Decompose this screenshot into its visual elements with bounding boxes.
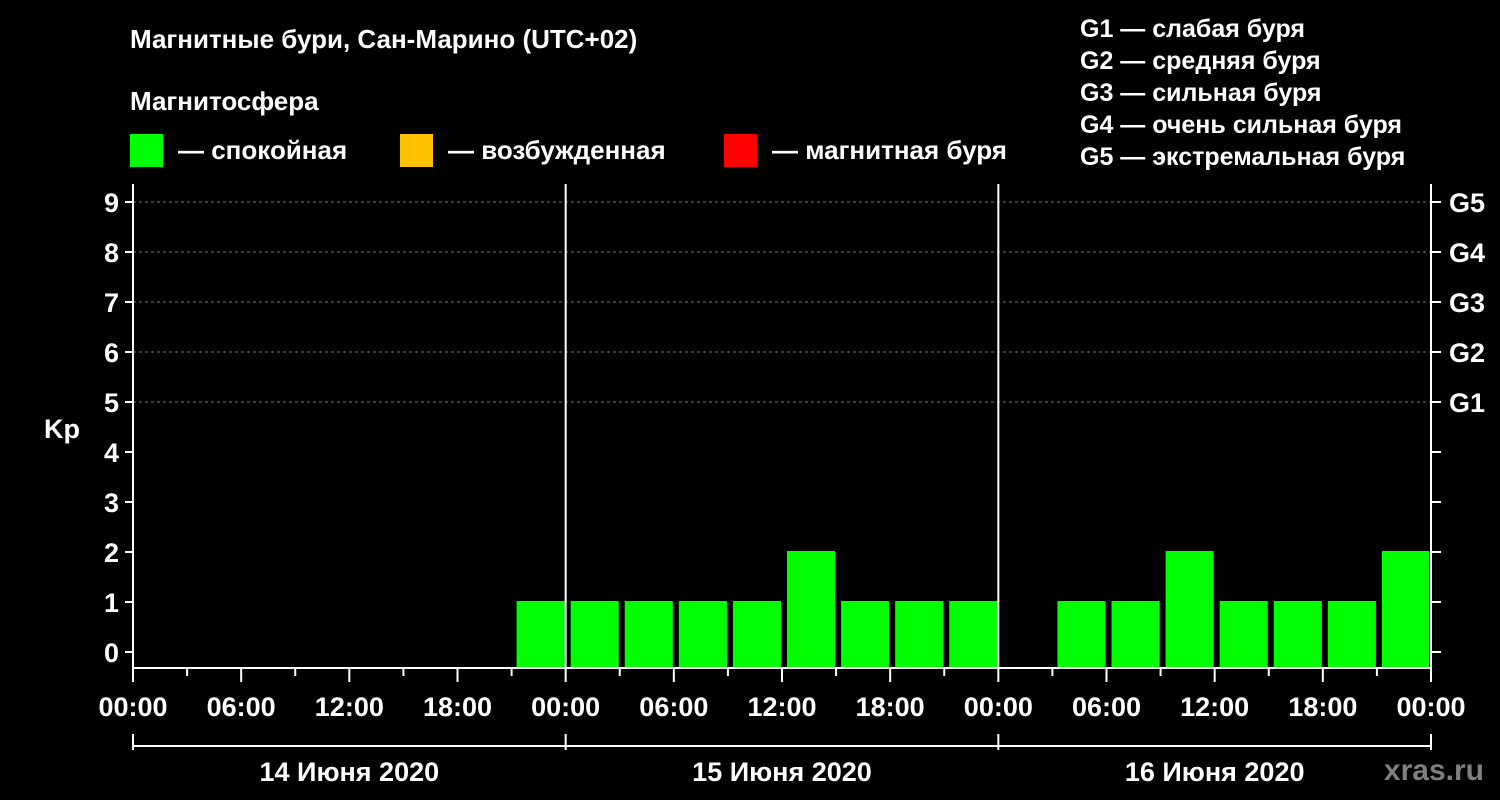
y-tick-label: 5 — [104, 388, 119, 418]
kp-bar — [1219, 601, 1268, 668]
x-tick-label: 06:00 — [1072, 692, 1141, 722]
kp-bar — [678, 601, 727, 668]
day-label: 15 Июня 2020 — [692, 757, 872, 787]
kp-bar — [895, 601, 944, 668]
y-tick-label: 3 — [104, 488, 119, 518]
g-level-label: G1 — [1449, 388, 1485, 418]
kp-bar — [841, 601, 890, 668]
kp-bar — [732, 601, 781, 668]
kp-bar — [624, 601, 673, 668]
x-tick-label: 00:00 — [1396, 692, 1465, 722]
x-tick-label: 18:00 — [1288, 692, 1357, 722]
y-tick-label: 8 — [104, 238, 119, 268]
kp-bar — [787, 551, 836, 668]
y-axis-label: Kp — [44, 414, 80, 444]
x-tick-label: 12:00 — [747, 692, 816, 722]
x-tick-label: 18:00 — [856, 692, 925, 722]
kp-bar — [1165, 551, 1214, 668]
kp-bar — [1327, 601, 1376, 668]
x-tick-label: 06:00 — [639, 692, 708, 722]
g-level-label: G5 — [1449, 188, 1485, 218]
x-tick-label: 12:00 — [315, 692, 384, 722]
x-tick-label: 06:00 — [207, 692, 276, 722]
kp-bar — [949, 601, 998, 668]
kp-bar — [516, 601, 565, 668]
kp-bar — [1057, 601, 1106, 668]
x-tick-label: 00:00 — [98, 692, 167, 722]
y-tick-label: 4 — [104, 438, 119, 468]
y-tick-label: 9 — [104, 188, 119, 218]
x-tick-label: 12:00 — [1180, 692, 1249, 722]
x-tick-label: 00:00 — [531, 692, 600, 722]
y-tick-label: 1 — [104, 588, 119, 618]
y-tick-label: 0 — [104, 638, 119, 668]
g-level-label: G2 — [1449, 338, 1485, 368]
y-tick-label: 2 — [104, 538, 119, 568]
kp-bar — [570, 601, 619, 668]
y-tick-label: 7 — [104, 288, 119, 318]
kp-bar — [1273, 601, 1322, 668]
y-tick-label: 6 — [104, 338, 119, 368]
g-level-label: G3 — [1449, 288, 1485, 318]
kp-bar — [1111, 601, 1160, 668]
kp-chart: 0 1 2 3 4 5 6 7 8 9 G1 G2 G3 G4 G5 Kp 00:00 06:00 12:00 18:… — [44, 184, 1485, 787]
x-tick-label: 18:00 — [423, 692, 492, 722]
day-label: 14 Июня 2020 — [260, 757, 440, 787]
g-level-label: G4 — [1449, 238, 1485, 268]
x-tick-label: 00:00 — [964, 692, 1033, 722]
watermark: xras.ru — [1383, 754, 1484, 787]
kp-bar — [1381, 551, 1429, 668]
day-label: 16 Июня 2020 — [1125, 757, 1305, 787]
